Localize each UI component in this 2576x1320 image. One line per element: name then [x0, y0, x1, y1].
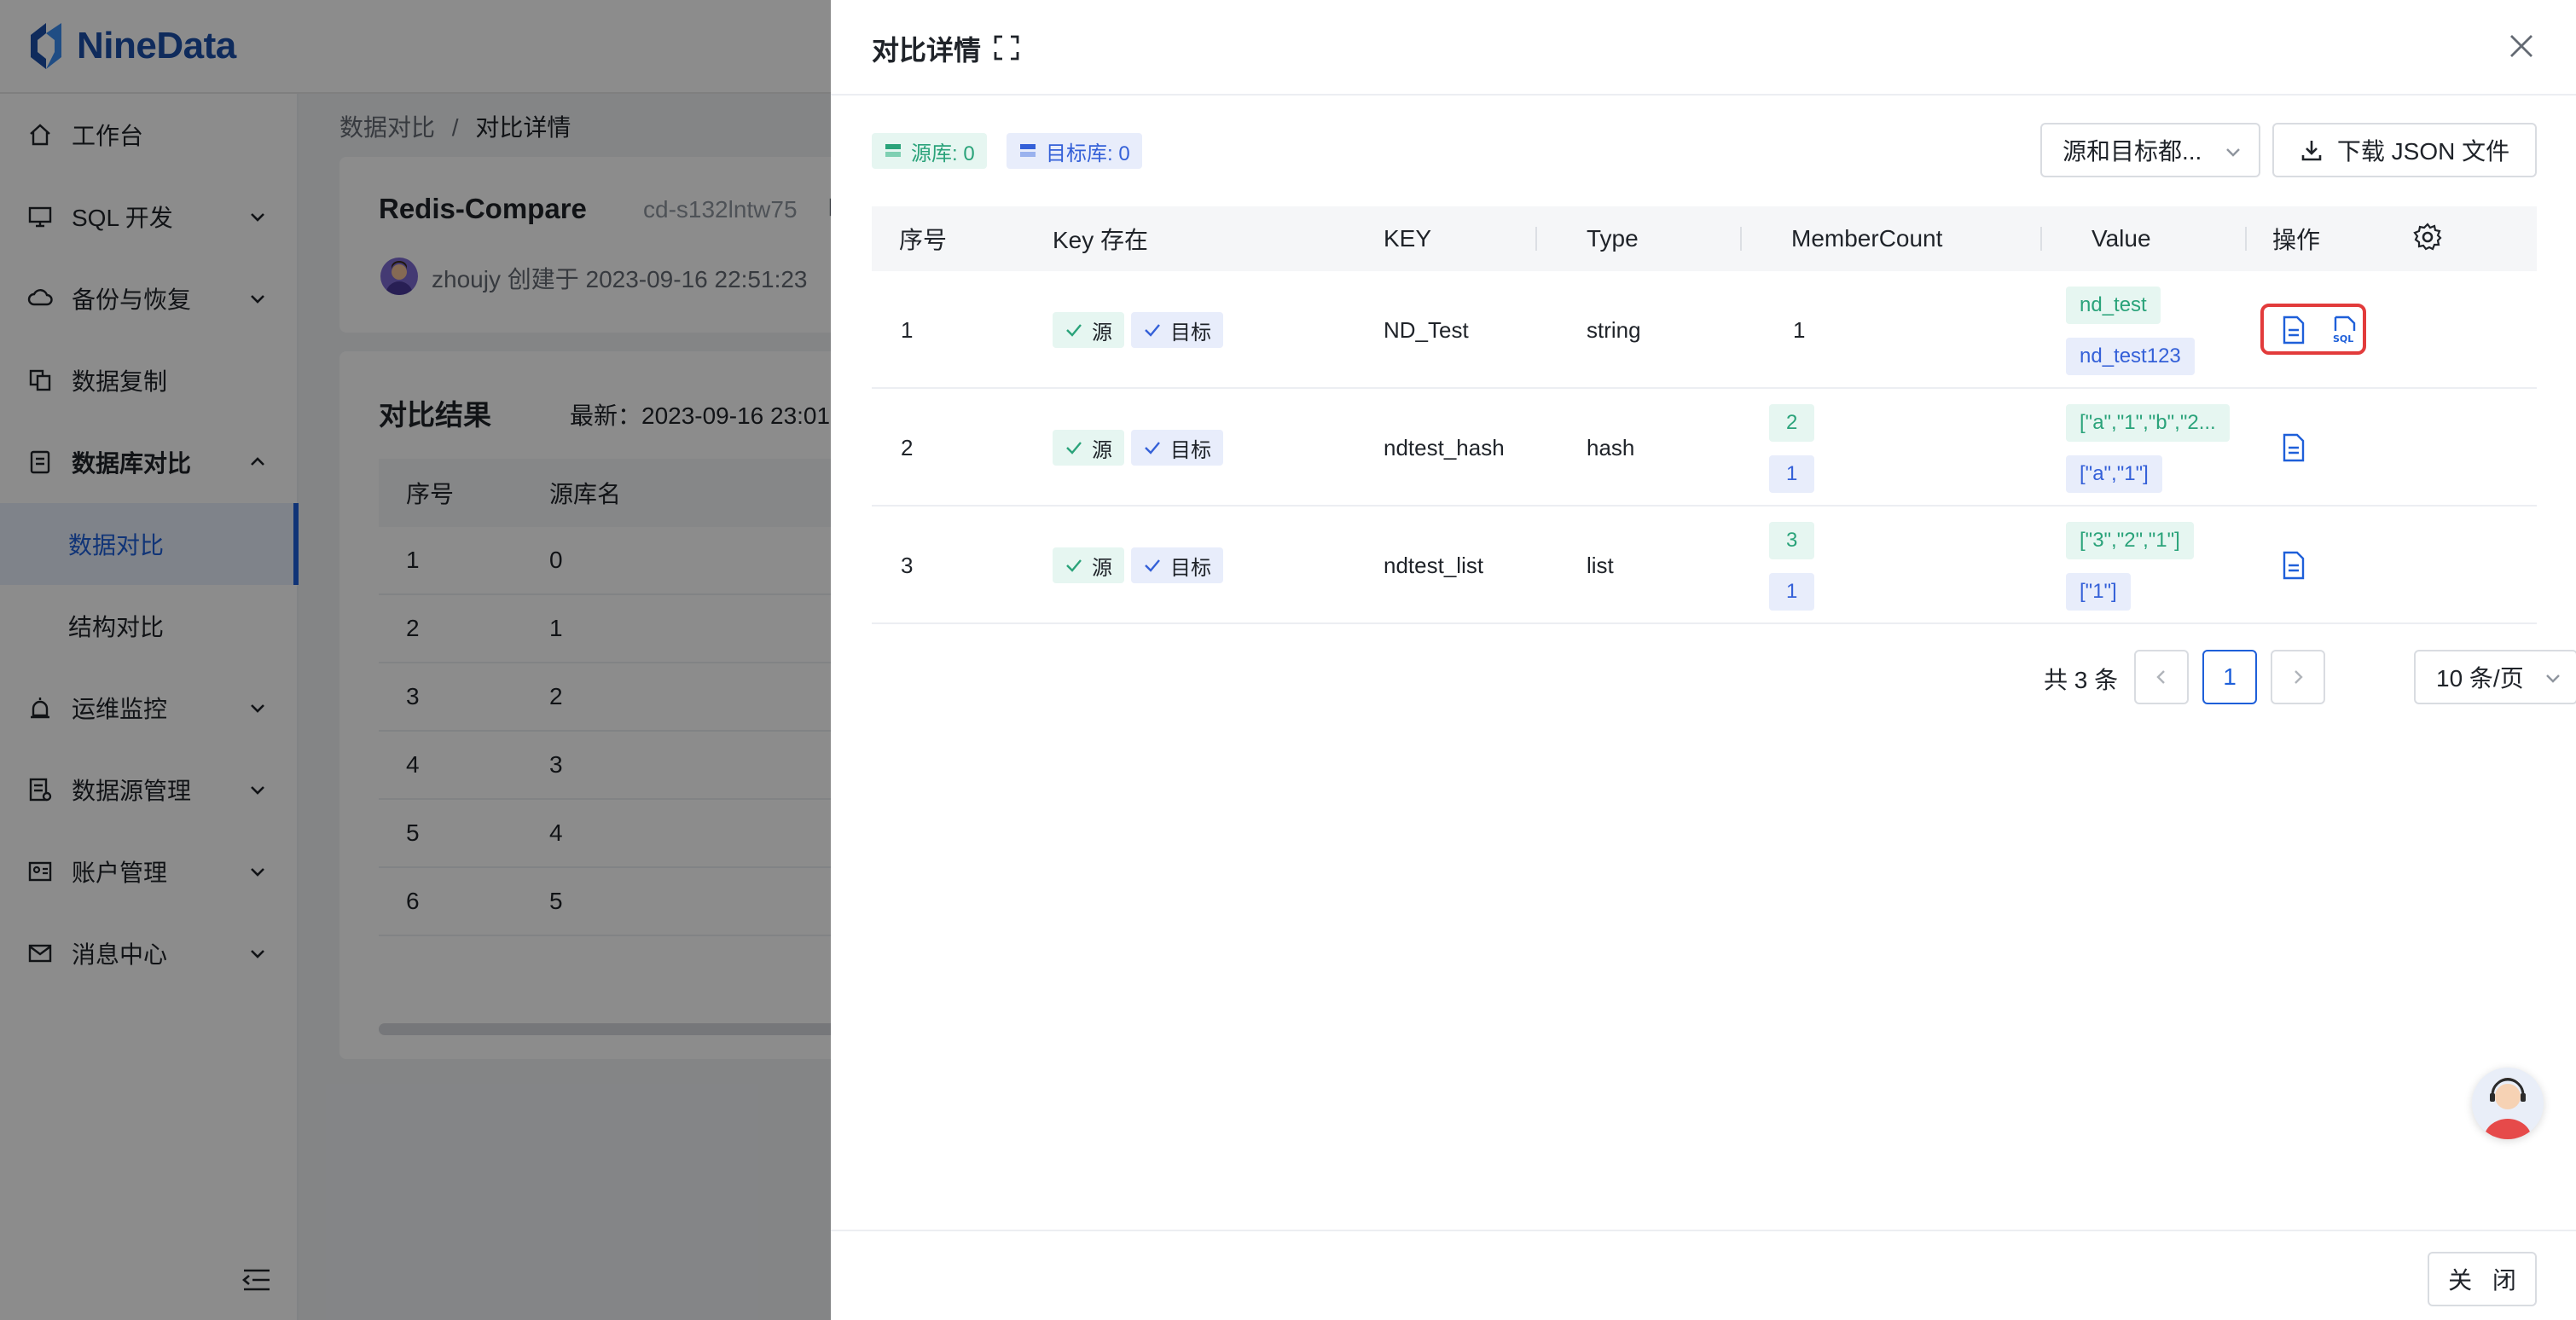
key-cell: ndtest_hash: [1384, 434, 1505, 460]
member-target-tag: 1: [1769, 573, 1815, 611]
exist-source-tag: 源: [1053, 312, 1124, 348]
download-json-label: 下载 JSON 文件: [2336, 138, 2510, 165]
value-cell: nd_test nd_test123: [2066, 287, 2195, 375]
type-cell: list: [1587, 552, 1614, 578]
check-icon: [1066, 324, 1082, 337]
sql-file-icon[interactable]: SQL: [2332, 316, 2358, 344]
column-header: 操作: [2272, 227, 2321, 253]
view-detail-icon[interactable]: [2281, 316, 2306, 344]
member-source-tag: 2: [1769, 404, 1815, 442]
column-header: KEY: [1384, 225, 1432, 252]
column-divider[interactable]: [1535, 227, 1537, 251]
check-icon: [1145, 559, 1160, 572]
table-header: 序号 Key 存在 KEY Type MemberCount Value 操作: [872, 206, 2537, 271]
member-target-tag: 1: [1769, 455, 1815, 493]
key-cell: ND_Test: [1384, 316, 1469, 343]
column-header: Key 存在: [1053, 227, 1149, 253]
column-header: Type: [1587, 225, 1639, 252]
exist-target-tag: 目标: [1131, 312, 1223, 348]
close-icon[interactable]: [2506, 31, 2537, 61]
source-count-tag: 源库: 0: [872, 133, 987, 169]
chevron-down-icon: [2226, 148, 2240, 157]
exist-target-label: 目标: [1170, 556, 1211, 580]
filter-select-value: 源和目标都...: [2063, 138, 2202, 165]
chevron-left-icon: [2156, 670, 2165, 684]
member-count-cell: 3 1: [1769, 522, 1815, 611]
chevron-down-icon: [2546, 674, 2560, 683]
column-divider[interactable]: [2040, 227, 2042, 251]
column-header: 序号: [899, 227, 948, 253]
row-index: 2: [901, 434, 914, 460]
view-detail-icon[interactable]: [2281, 551, 2306, 580]
column-header: MemberCount: [1791, 225, 1943, 252]
key-exist-cell: 源 目标: [1053, 389, 1230, 507]
check-icon: [1066, 442, 1082, 454]
member-count-cell: 2 1: [1769, 404, 1815, 493]
pagination-total: 共 3 条: [2044, 667, 2119, 693]
exist-target-label: 目标: [1170, 438, 1211, 462]
type-cell: hash: [1587, 434, 1635, 460]
key-exist-cell: 源 目标: [1053, 507, 1230, 624]
column-divider[interactable]: [2245, 227, 2247, 251]
fullscreen-icon[interactable]: [993, 34, 1020, 61]
target-count-label: 目标库: 0: [1046, 142, 1130, 165]
database-icon: [885, 144, 901, 157]
row-index: 3: [901, 552, 914, 578]
next-page-button[interactable]: [2271, 650, 2325, 704]
key-exist-cell: 源 目标: [1053, 271, 1230, 389]
member-count-cell: 1: [1793, 316, 1806, 343]
download-icon: [2301, 141, 2322, 161]
page-size-select[interactable]: 10 条/页: [2414, 650, 2576, 704]
table-row[interactable]: 1 源 目标 ND_Test string 1 nd_test nd_test1…: [872, 271, 2537, 389]
download-json-button[interactable]: 下载 JSON 文件: [2272, 123, 2537, 177]
value-source-tag: ["3","2","1"]: [2066, 522, 2194, 559]
value-target-tag: ["a","1"]: [2066, 455, 2162, 493]
customer-support-avatar[interactable]: [2472, 1068, 2544, 1139]
exist-source-label: 源: [1092, 556, 1112, 580]
exist-source-label: 源: [1092, 321, 1112, 344]
value-cell: ["a","1","b","2... ["a","1"]: [2066, 404, 2230, 493]
pagination: 共 3 条 1 10 条/页: [872, 650, 2576, 706]
close-button[interactable]: 关 闭: [2428, 1252, 2537, 1306]
exist-source-tag: 源: [1053, 547, 1124, 583]
exist-target-tag: 目标: [1131, 547, 1223, 583]
target-count-tag: 目标库: 0: [1007, 133, 1142, 169]
page-size-value: 10 条/页: [2436, 665, 2524, 692]
value-cell: ["3","2","1"] ["1"]: [2066, 522, 2194, 611]
source-count-label: 源库: 0: [911, 142, 975, 165]
exist-target-label: 目标: [1170, 321, 1211, 344]
check-icon: [1145, 324, 1160, 337]
database-icon: [1020, 144, 1036, 157]
detail-table: 序号 Key 存在 KEY Type MemberCount Value 操作 …: [872, 206, 2537, 624]
table-row[interactable]: 2 源 目标 ndtest_hash hash 2 1 ["a","1","b"…: [872, 389, 2537, 507]
table-row[interactable]: 3 源 目标 ndtest_list list 3 1 ["3","2","1"…: [872, 507, 2537, 624]
drawer-title: 对比详情: [872, 35, 982, 66]
prev-page-button[interactable]: [2134, 650, 2189, 704]
exist-source-tag: 源: [1053, 430, 1124, 466]
page-button-current[interactable]: 1: [2202, 650, 2257, 704]
column-divider[interactable]: [1740, 227, 1742, 251]
exist-source-label: 源: [1092, 438, 1112, 462]
column-header: Value: [2092, 225, 2151, 252]
key-cell: ndtest_list: [1384, 552, 1484, 578]
chevron-right-icon: [2295, 670, 2303, 684]
type-cell: string: [1587, 316, 1641, 343]
compare-detail-drawer: 对比详情 源库: 0 目标库: 0 源和目标都... 下载 JSON 文件 序号…: [831, 0, 2576, 1320]
check-icon: [1066, 559, 1082, 572]
drawer-footer: 关 闭: [831, 1230, 2576, 1320]
drawer-header: 对比详情: [831, 0, 2576, 96]
check-icon: [1145, 442, 1160, 454]
view-detail-icon[interactable]: [2281, 433, 2306, 462]
value-target-tag: nd_test123: [2066, 338, 2195, 375]
value-target-tag: ["1"]: [2066, 573, 2131, 611]
row-index: 1: [901, 316, 914, 343]
exist-target-tag: 目标: [1131, 430, 1223, 466]
value-source-tag: ["a","1","b","2...: [2066, 404, 2230, 442]
svg-text:SQL: SQL: [2333, 333, 2353, 344]
filter-select[interactable]: 源和目标都...: [2040, 123, 2260, 177]
gear-icon[interactable]: [2412, 222, 2443, 252]
member-source-tag: 3: [1769, 522, 1815, 559]
value-source-tag: nd_test: [2066, 287, 2161, 324]
